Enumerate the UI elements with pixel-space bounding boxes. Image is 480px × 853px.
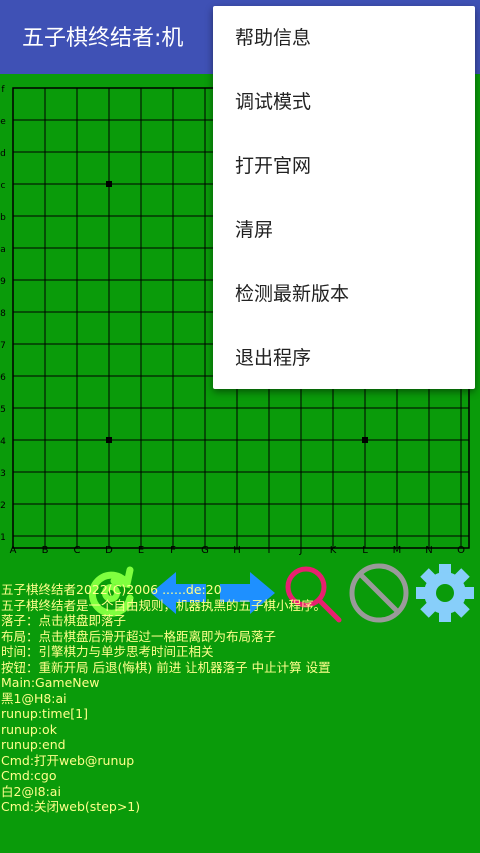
menu-item-clear-screen[interactable]: 清屏 [213,198,475,262]
star-point [362,437,368,443]
row-label: 9 [0,277,6,287]
log-line: 白2@I8:ai [1,783,61,799]
log-line: runup:ok [1,721,57,737]
log-line: 落子：点击棋盘即落子 [1,613,127,628]
log-panel: 五子棋终结者2022(C)2006 ......de:20 五子棋终结者是一个自由… [1,582,477,815]
column-label: K [330,545,337,556]
menu-item-check-update[interactable]: 检测最新版本 [213,262,475,326]
column-label: L [362,545,368,556]
log-line: Cmd:cgo [1,768,57,783]
row-label: e [0,117,6,127]
log-line: 五子棋终结者是一个自由规则，机器执黑的五子棋小程序。 [1,597,327,613]
row-label: 2 [0,501,6,511]
log-line: runup:end [1,737,66,752]
log-line: 时间：引擎棋力与单步思考时间正相关 [1,644,214,659]
column-label: M [393,545,402,556]
overflow-menu: 帮助信息 调试模式 打开官网 清屏 检测最新版本 退出程序 [213,6,475,389]
row-label: d [0,149,6,159]
log-line: 黑1@H8:ai [1,690,67,706]
row-label: 5 [0,405,6,415]
row-label: 6 [0,373,6,383]
row-label: 3 [0,469,6,479]
menu-item-exit[interactable]: 退出程序 [213,326,475,390]
column-label: F [170,545,176,556]
row-label: b [0,213,6,223]
menu-item-open-website[interactable]: 打开官网 [213,134,475,198]
column-label: O [457,545,465,556]
log-line: Main:GameNew [1,675,100,690]
column-label: B [42,545,49,556]
row-label: 8 [0,309,6,319]
row-label: 1 [0,533,6,543]
app-title: 五子棋终结者:机 [22,26,184,51]
log-line: 五子棋终结者2022(C)2006 ......de:20 [1,582,222,597]
column-label: N [425,545,432,556]
menu-item-debug-mode[interactable]: 调试模式 [213,70,475,134]
log-line: Cmd:关闭web(step>1) [1,799,141,814]
log-line: 按钮：重新开局 后退(悔棋) 前进 让机器落子 中止计算 设置 [1,659,331,675]
column-label: E [138,545,144,556]
row-label: 4 [0,437,6,447]
column-label: A [10,545,17,556]
column-label: D [105,545,113,556]
column-label: G [201,545,209,556]
menu-item-help[interactable]: 帮助信息 [213,6,475,70]
column-label: I [268,545,271,556]
column-label: C [74,545,81,556]
log-line: runup:time[1] [1,706,88,721]
star-point [106,437,112,443]
row-label: a [0,245,6,255]
column-label: J [299,545,303,556]
row-label: f [1,85,5,95]
log-line: Cmd:打开web@runup [1,752,135,768]
row-label: 7 [0,341,6,351]
column-label: H [233,545,241,556]
log-line: 布局：点击棋盘后滑开超过一格距离即为布局落子 [1,628,277,644]
star-point [106,181,112,187]
row-label: c [1,181,6,191]
